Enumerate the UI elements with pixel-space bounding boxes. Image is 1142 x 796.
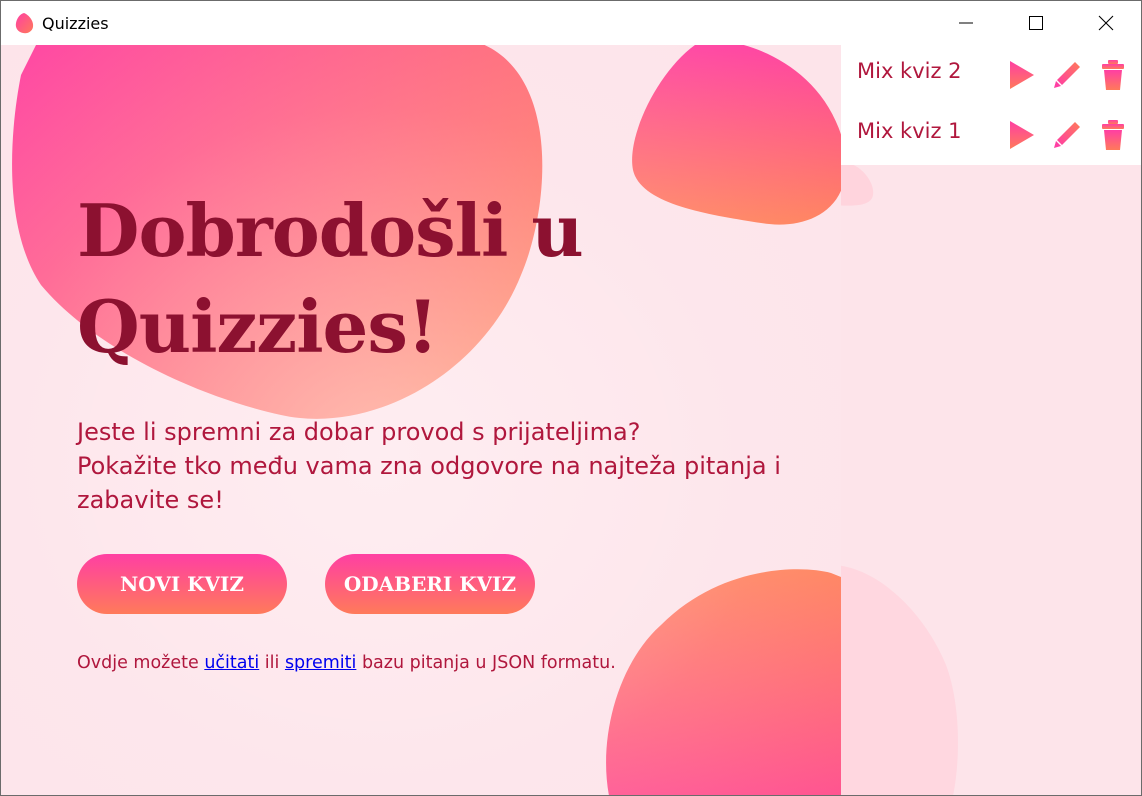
save-json-link[interactable]: spremiti bbox=[285, 653, 356, 673]
footer-suffix: bazu pitanja u JSON formatu. bbox=[356, 653, 616, 673]
delete-quiz-button[interactable] bbox=[1095, 57, 1131, 93]
welcome-heading: Dobrodošli u Quizzies! bbox=[77, 183, 717, 375]
title-bar[interactable]: Quizzies bbox=[1, 1, 1141, 45]
minimize-icon bbox=[959, 22, 973, 24]
edit-quiz-button[interactable] bbox=[1049, 117, 1085, 153]
load-json-link[interactable]: učitati bbox=[204, 653, 259, 673]
delete-trash-icon bbox=[1102, 120, 1124, 150]
heading-line-2: Quizzies! bbox=[77, 284, 438, 369]
quiz-list-item: Mix kviz 1 bbox=[841, 105, 1141, 165]
quiz-name: Mix kviz 1 bbox=[857, 119, 962, 143]
window-title: Quizzies bbox=[42, 14, 109, 33]
close-button[interactable] bbox=[1071, 1, 1141, 45]
footer-prefix: Ovdje možete bbox=[77, 653, 205, 673]
choose-quiz-button[interactable]: ODABERI KVIZ bbox=[325, 554, 535, 614]
edit-pencil-icon bbox=[1054, 122, 1080, 148]
app-logo-icon bbox=[15, 13, 34, 34]
close-icon bbox=[1098, 15, 1114, 31]
quiz-sidebar: Mix kviz 2 Mix kviz 1 bbox=[841, 45, 1141, 795]
delete-trash-icon bbox=[1102, 60, 1124, 90]
edit-quiz-button[interactable] bbox=[1049, 57, 1085, 93]
maximize-button[interactable] bbox=[1001, 1, 1071, 45]
json-io-note: Ovdje možete učitati ili spremiti bazu p… bbox=[77, 653, 616, 673]
subtitle-line-1: Jeste li spremni za dobar provod s prija… bbox=[77, 418, 641, 446]
delete-quiz-button[interactable] bbox=[1095, 117, 1131, 153]
maximize-icon bbox=[1029, 16, 1043, 30]
welcome-subtitle: Jeste li spremni za dobar provod s prija… bbox=[77, 415, 817, 517]
new-quiz-button[interactable]: NOVI KVIZ bbox=[77, 554, 287, 614]
quiz-name: Mix kviz 2 bbox=[857, 59, 962, 83]
subtitle-line-3: zabavite se! bbox=[77, 486, 224, 514]
quiz-list-item: Mix kviz 2 bbox=[841, 45, 1141, 105]
app-window: Quizzies Dobrodošli u Quizzies! Jeste li… bbox=[0, 0, 1142, 796]
heading-line-1: Dobrodošli u bbox=[77, 188, 584, 273]
quiz-list: Mix kviz 2 Mix kviz 1 bbox=[841, 45, 1141, 165]
minimize-button[interactable] bbox=[931, 1, 1001, 45]
edit-pencil-icon bbox=[1054, 62, 1080, 88]
welcome-panel: Dobrodošli u Quizzies! Jeste li spremni … bbox=[1, 45, 841, 795]
footer-middle: ili bbox=[259, 653, 285, 673]
play-quiz-button[interactable] bbox=[1003, 117, 1039, 153]
subtitle-line-2: Pokažite tko među vama zna odgovore na n… bbox=[77, 452, 781, 480]
play-icon bbox=[1010, 121, 1034, 149]
play-quiz-button[interactable] bbox=[1003, 57, 1039, 93]
play-icon bbox=[1010, 61, 1034, 89]
